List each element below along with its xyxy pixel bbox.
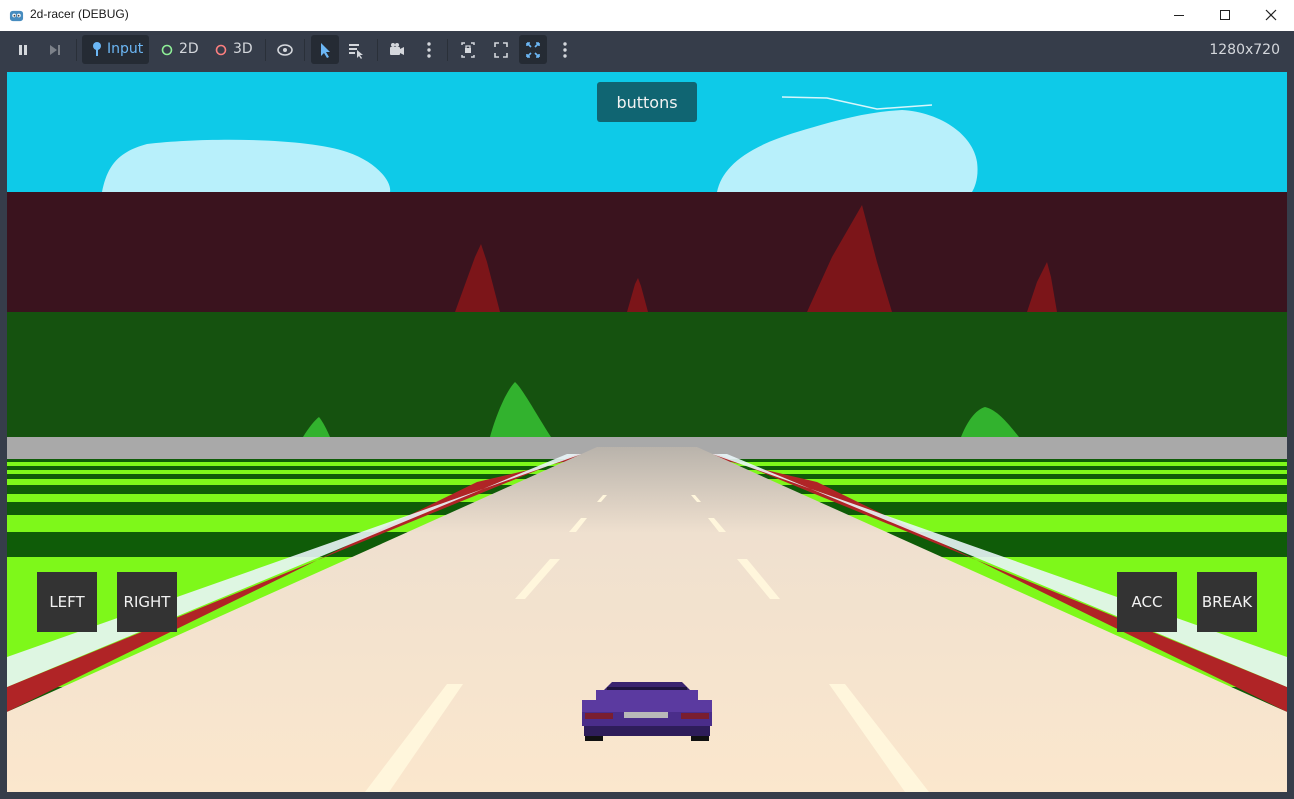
mode-3d-label: 3D [233,41,253,57]
more-vertical-icon [427,42,431,58]
window-title: 2d-racer (DEBUG) [30,7,129,21]
lock-frame-icon [461,42,475,58]
step-icon [50,45,60,55]
mode-2d-label: 2D [179,41,199,57]
input-label: Input [107,41,144,57]
cursor-icon [321,43,330,58]
camera-icon [390,43,404,55]
keep-aspect-button[interactable] [489,35,513,64]
debug-toolbar: Input 2D 3D 1280x720 [0,31,1294,69]
close-button[interactable] [1248,0,1294,31]
godot-icon [9,10,24,22]
camera-button[interactable] [385,35,409,64]
list-select-button[interactable] [344,35,368,64]
maximize-button[interactable] [1202,0,1248,31]
select-tool-button[interactable] [311,35,339,64]
expand-icon [494,42,508,58]
camera-options-button[interactable] [419,35,439,64]
pause-icon [19,45,27,55]
buttons-button[interactable]: buttons [597,82,697,122]
2d-node-icon [161,44,173,56]
race-scene [7,72,1287,792]
resolution-readout: 1280x720 [1209,42,1280,58]
minimize-button[interactable] [1156,0,1202,31]
input-mode-button[interactable]: Input [82,35,149,64]
mode-2d-button[interactable]: 2D [157,35,201,64]
more-vertical-icon [563,42,567,58]
right-button[interactable]: RIGHT [117,572,177,632]
mode-3d-button[interactable]: 3D [211,35,257,64]
stretch-button[interactable] [519,35,547,64]
eye-icon [277,44,293,56]
fullscreen-icon [526,42,540,58]
visibility-button[interactable] [273,35,297,64]
window-titlebar: 2d-racer (DEBUG) [0,0,1294,32]
close-icon [1265,9,1277,21]
list-icon [349,44,363,59]
pause-button[interactable] [12,35,34,64]
embed-options-button[interactable] [555,35,575,64]
player-car [582,682,712,741]
left-button[interactable]: LEFT [37,572,97,632]
brake-button[interactable]: BREAK [1197,572,1257,632]
3d-node-icon [215,44,227,56]
accelerate-button[interactable]: ACC [1117,572,1177,632]
embed-fixed-button[interactable] [456,35,480,64]
joystick-icon [93,42,101,56]
game-viewport[interactable]: buttons LEFT RIGHT ACC BREAK [7,72,1287,792]
next-frame-button[interactable] [44,35,66,64]
